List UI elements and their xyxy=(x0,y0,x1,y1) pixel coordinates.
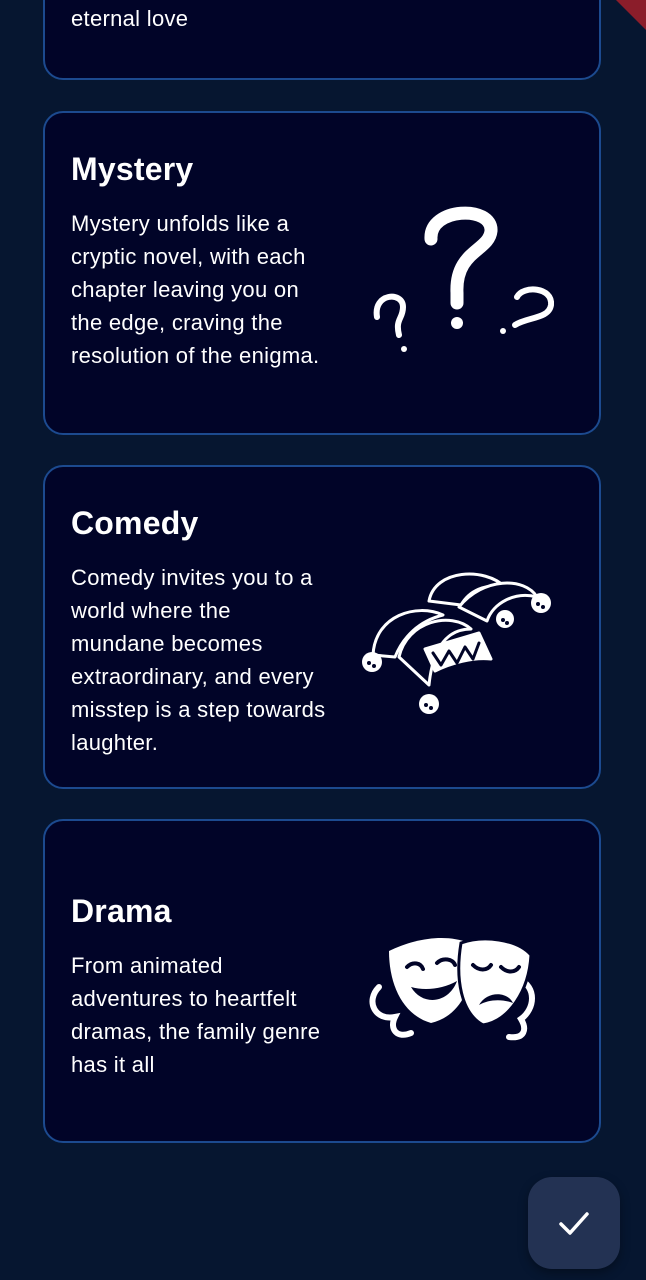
genre-card-drama[interactable]: Drama From animated adventures to heartf… xyxy=(43,819,601,1143)
theater-masks-icon xyxy=(369,937,535,1041)
genre-card-description: Comedy invites you to a world where the … xyxy=(71,565,326,755)
genre-card-description: eternal love xyxy=(71,6,189,31)
genre-card-description: Mystery unfolds like a cryptic novel, wi… xyxy=(71,211,320,368)
genre-card-mystery[interactable]: Mystery Mystery unfolds like a cryptic n… xyxy=(43,111,601,435)
question-marks-icon xyxy=(373,206,554,352)
jester-hat-icon xyxy=(362,572,551,714)
genre-card-romance[interactable]: eternal love xyxy=(43,0,601,80)
genre-card-description: From animated adventures to heartfelt dr… xyxy=(71,953,321,1077)
genre-card-comedy[interactable]: Comedy Comedy invites you to a world whe… xyxy=(43,465,601,789)
debug-banner xyxy=(616,0,646,30)
confirm-button[interactable] xyxy=(528,1177,620,1269)
genre-card-title: Comedy xyxy=(71,505,199,541)
genre-card-title: Mystery xyxy=(71,151,194,187)
checkmark-icon xyxy=(559,1212,589,1235)
genre-card-title: Drama xyxy=(71,893,172,929)
